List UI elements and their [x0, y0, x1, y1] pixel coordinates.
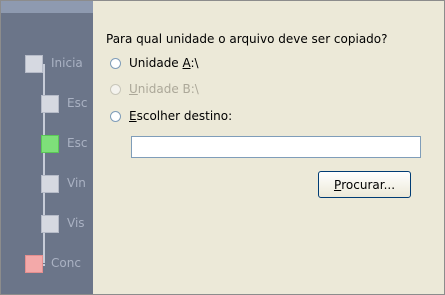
label-accelerator: E — [129, 109, 137, 123]
browse-button-accelerator: P — [333, 177, 342, 192]
wizard-step-3: Esc — [41, 134, 87, 154]
destination-question: Para qual unidade o arquivo deve ser cop… — [106, 32, 388, 46]
wizard-content: Para qual unidade o arquivo deve ser cop… — [94, 1, 444, 294]
step-label: Vis — [67, 216, 85, 230]
option-drive-a-label[interactable]: Unidade A:\ — [129, 56, 199, 70]
wizard-steps-sidebar: Inicia Esc Esc Vin Vis Conc — [1, 1, 93, 294]
radio-choose-destination[interactable] — [110, 110, 121, 122]
option-drive-b-label: Unidade B:\ — [129, 82, 199, 96]
label-accelerator: U — [129, 82, 138, 96]
step-marker-icon — [41, 95, 59, 113]
browse-button-label: rocurar... — [341, 177, 396, 192]
label-text: :\ — [190, 56, 199, 70]
option-drive-b: Unidade B:\ — [110, 81, 199, 97]
option-choose-destination[interactable]: Escolher destino: — [110, 108, 232, 124]
step-label: Esc — [67, 96, 88, 110]
sidebar-header-stripe — [1, 1, 93, 13]
radio-drive-b — [110, 83, 121, 95]
step-marker-icon — [41, 175, 59, 193]
step-label: Vin — [67, 176, 86, 190]
wizard-step-5: Vis — [41, 214, 85, 234]
step-label: Esc — [67, 136, 88, 150]
destination-input[interactable] — [131, 136, 421, 158]
label-text: Unidade — [129, 56, 183, 70]
step-label: Inicia — [51, 56, 83, 70]
step-finish-marker-icon — [25, 255, 43, 273]
step-current-marker-icon — [41, 135, 59, 153]
option-choose-destination-label[interactable]: Escolher destino: — [129, 109, 232, 123]
step-marker-icon — [41, 215, 59, 233]
label-text: scolher destino: — [136, 109, 233, 123]
option-drive-a[interactable]: Unidade A:\ — [110, 55, 199, 71]
wizard-step-6: Conc — [25, 254, 81, 274]
radio-drive-a[interactable] — [110, 57, 121, 69]
label-text: nidade B:\ — [137, 82, 199, 96]
wizard-step-1: Inicia — [25, 54, 83, 74]
browse-button[interactable]: Procurar... — [318, 171, 411, 198]
wizard-window: Inicia Esc Esc Vin Vis Conc Para qual un… — [0, 0, 445, 295]
step-label: Conc — [51, 256, 81, 270]
label-accelerator: A — [182, 56, 191, 70]
wizard-step-4: Vin — [41, 174, 86, 194]
wizard-step-2: Esc — [41, 94, 87, 114]
step-marker-icon — [25, 55, 43, 73]
